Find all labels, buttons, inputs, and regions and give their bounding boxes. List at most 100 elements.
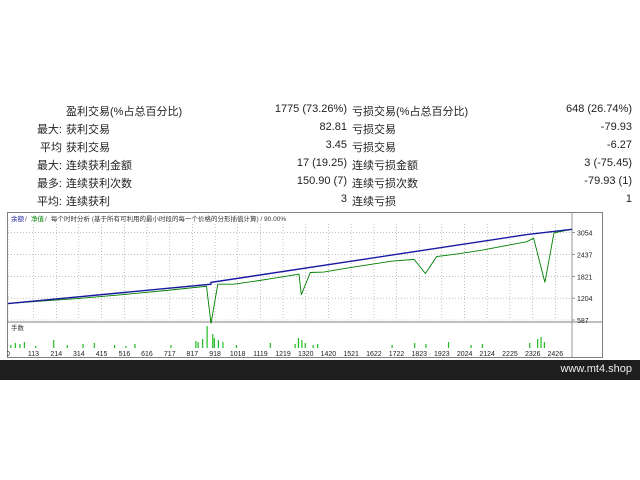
x-tick-label: 817 (186, 351, 198, 358)
x-tick-label: 2326 (525, 351, 541, 358)
stat-label-loss: 亏损交易(%占总百分比) (352, 106, 469, 118)
volume-bar (134, 344, 136, 348)
x-tick-label: 1823 (411, 351, 427, 358)
volume-bar (82, 344, 84, 348)
x-tick-label: 2024 (457, 351, 473, 358)
volume-bar (19, 344, 21, 348)
volume-bar (304, 343, 306, 348)
stat-prefix: 最多: (36, 178, 62, 190)
stats-row: 最大: 连续获利金额 17 (19.25) 连续亏损金额 3 (-75.45) (0, 157, 640, 174)
x-tick-label: 1923 (434, 351, 450, 358)
volume-bar (35, 346, 37, 348)
stats-row: 平均: 连续获利 3 连续亏损 1 (0, 193, 640, 210)
stat-label-loss: 连续亏损金额 (352, 160, 418, 172)
x-tick-label: 1622 (366, 351, 382, 358)
stat-label-profit: 获利交易 (66, 142, 110, 154)
y-tick-label: 587 (577, 318, 589, 325)
stat-value-loss: 648 (26.74%) (565, 103, 632, 115)
stat-value-profit: 1775 (73.26%) (274, 103, 347, 115)
stat-label-profit: 连续获利次数 (66, 178, 132, 190)
x-tick-label: 616 (141, 351, 153, 358)
stat-prefix: 平均 (40, 142, 62, 154)
x-tick-label: 1420 (321, 351, 337, 358)
x-tick-label: 1722 (389, 351, 405, 358)
bottom-bar: www.mt4.shop (0, 360, 640, 380)
legend-balance: 余额 (11, 214, 25, 223)
watermark: www.mt4.shop (560, 363, 632, 375)
x-tick-label: 516 (119, 351, 131, 358)
volume-bar (269, 343, 271, 348)
x-tick-label: 918 (209, 351, 221, 358)
stat-label-loss: 连续亏损次数 (352, 178, 418, 190)
stat-label-profit: 连续获利金额 (66, 160, 132, 172)
volume-bar (222, 342, 224, 348)
volume-bar (391, 345, 393, 348)
volume-bar (537, 339, 539, 348)
volume-bar (125, 346, 127, 348)
volume-bar (425, 344, 427, 348)
stat-prefix: 最大: (36, 160, 62, 172)
volume-bar (481, 344, 483, 348)
stat-value-profit: 17 (19.25) (296, 157, 347, 169)
volume-bar (470, 345, 472, 348)
volume-bar (312, 345, 314, 348)
x-tick-label: 0 (7, 351, 10, 358)
stat-value-profit: 3 (340, 193, 347, 205)
stat-value-loss: -6.27 (606, 139, 632, 151)
volume-bar (213, 338, 215, 348)
volume-bar (235, 345, 238, 348)
y-tick-label: 1204 (577, 296, 593, 303)
x-tick-label: 214 (50, 351, 62, 358)
legend-equity: 净值 (31, 214, 45, 223)
stats-row: 最多: 连续获利次数 150.90 (7) 连续亏损次数 -79.93 (1) (0, 175, 640, 192)
x-tick-label: 2225 (502, 351, 518, 358)
volume-bar (66, 345, 68, 348)
volume-bar (197, 342, 199, 348)
volume-bar (14, 343, 16, 348)
x-tick-label: 415 (96, 351, 108, 358)
x-tick-label: 1219 (275, 351, 291, 358)
stat-value-loss: 3 (-75.45) (584, 157, 632, 169)
y-tick-label: 1821 (577, 274, 593, 281)
volume-bar (294, 344, 296, 348)
svg-text:/: / (25, 216, 27, 223)
stat-value-loss: -79.93 (1) (584, 175, 632, 187)
x-tick-label: 717 (164, 351, 176, 358)
y-tick-label: 2437 (577, 253, 593, 260)
svg-text:/: / (45, 216, 47, 223)
x-tick-label: 314 (73, 351, 85, 358)
volume-bar (301, 340, 303, 348)
stat-value-loss: 1 (625, 193, 632, 205)
volume-bar (414, 343, 416, 348)
x-tick-label: 2426 (548, 351, 564, 358)
stats-row: 最大: 获利交易 82.81 亏损交易 -79.93 (0, 121, 640, 138)
balance-equity-chart: 余额 / 净值 / 每个时时分析 (基于所有可利用的最小时段的每一个价格的分形插… (7, 212, 603, 358)
volume-bar (23, 342, 25, 348)
x-tick-label: 1320 (298, 351, 314, 358)
x-tick-label: 1521 (343, 351, 359, 358)
volume-label: 手数 (11, 323, 25, 332)
stat-value-profit: 150.90 (7) (296, 175, 347, 187)
volume-bar (10, 345, 12, 348)
volume-bar (529, 343, 531, 348)
volume-bar (217, 340, 220, 348)
stats-row: 盈利交易(%占总百分比) 1775 (73.26%) 亏损交易(%占总百分比) … (0, 103, 640, 120)
stat-label-profit: 盈利交易(%占总百分比) (66, 106, 183, 118)
stat-label-loss: 亏损交易 (352, 124, 396, 136)
volume-bar (195, 341, 197, 348)
volume-bar (114, 345, 116, 348)
volume-bar (540, 337, 542, 348)
x-tick-label: 1018 (230, 351, 246, 358)
stat-prefix: 最大: (36, 124, 62, 136)
stat-label-profit: 连续获利 (66, 196, 110, 208)
legend-description: 每个时时分析 (基于所有可利用的最小时段的每一个价格的分形插值计算) / 90.… (51, 214, 286, 223)
stat-value-loss: -79.93 (600, 121, 632, 133)
volume-bar (212, 334, 214, 348)
x-tick-label: 113 (28, 351, 39, 358)
stat-prefix: 平均: (36, 196, 62, 208)
stat-label-loss: 亏损交易 (352, 142, 396, 154)
stat-value-profit: 3.45 (325, 139, 347, 151)
stat-value-profit: 82.81 (319, 121, 347, 133)
stat-label-loss: 连续亏损 (352, 196, 396, 208)
y-tick-label: 3054 (577, 231, 593, 238)
